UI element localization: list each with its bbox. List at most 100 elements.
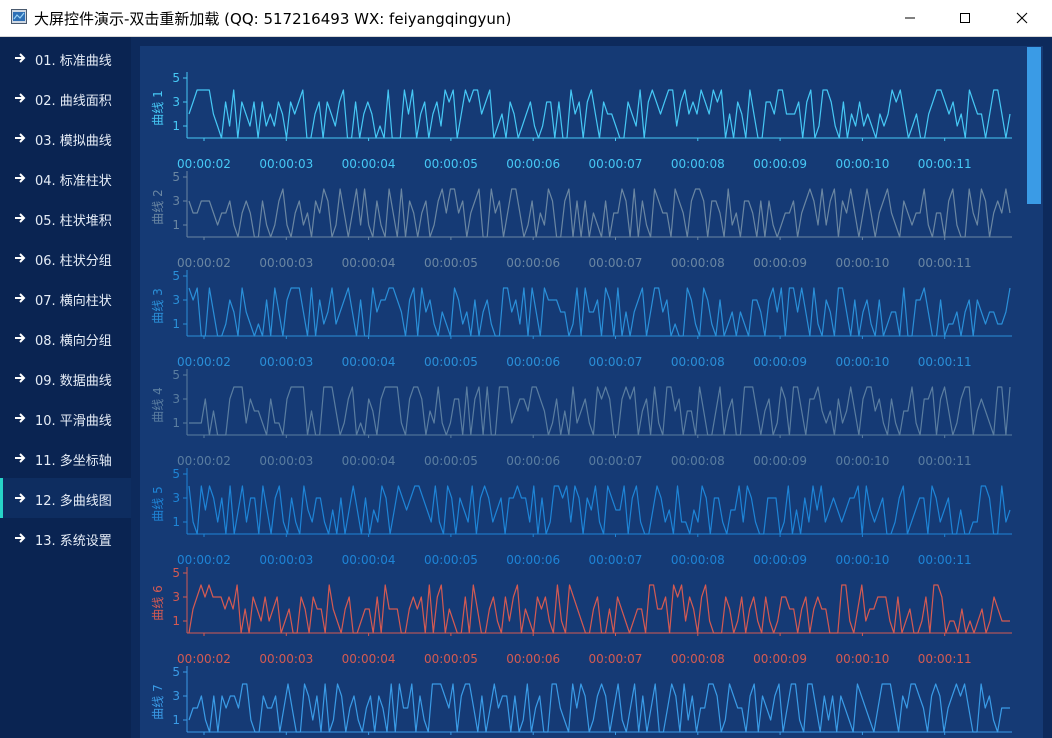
x-tick-label: 00:00:03 bbox=[259, 256, 313, 270]
nav-item-13[interactable]: 13. 系统设置 bbox=[0, 518, 131, 558]
x-tick-label: 00:00:07 bbox=[589, 256, 643, 270]
x-tick-label: 00:00:08 bbox=[671, 355, 725, 369]
x-tick-label: 00:00:05 bbox=[424, 256, 478, 270]
arrow-right-icon bbox=[15, 333, 26, 343]
nav-item-11[interactable]: 11. 多坐标轴 bbox=[0, 438, 131, 478]
window-title: 大屏控件演示-双击重新加载 (QQ: 517216493 WX: feiyang… bbox=[34, 10, 512, 28]
nav-item-label: 04. 标准柱状 bbox=[35, 174, 112, 189]
x-tick-label: 00:00:07 bbox=[589, 355, 643, 369]
y-tick-label: 5 bbox=[172, 566, 180, 580]
x-tick-label: 00:00:10 bbox=[835, 553, 889, 567]
y-tick-label: 5 bbox=[172, 269, 180, 283]
y-tick-label: 1 bbox=[172, 614, 180, 628]
x-tick-label: 00:00:08 bbox=[671, 652, 725, 666]
y-axis-title: 曲线 1 bbox=[151, 90, 165, 125]
x-tick-label: 00:00:06 bbox=[506, 256, 560, 270]
x-tick-label: 00:00:02 bbox=[177, 652, 231, 666]
nav-item-label: 07. 横向柱状 bbox=[35, 294, 112, 309]
nav-item-8[interactable]: 08. 横向分组 bbox=[0, 318, 131, 358]
chart-3: 1 3 5 曲线 3 00:00:02 00:00:03 00:00:04 00:00:05 0… bbox=[151, 269, 1012, 369]
chart-6: 1 3 5 曲线 6 00:00:02 00:00:03 00:00:04 00:00:05 0… bbox=[151, 566, 1012, 666]
x-tick-label: 00:00:07 bbox=[589, 553, 643, 567]
x-tick-label: 00:00:03 bbox=[259, 355, 313, 369]
arrow-right-icon bbox=[15, 213, 26, 223]
nav-item-7[interactable]: 07. 横向柱状 bbox=[0, 278, 131, 318]
x-tick-label: 00:00:11 bbox=[918, 157, 972, 171]
nav-item-6[interactable]: 06. 柱状分组 bbox=[0, 238, 131, 278]
y-axis-title: 曲线 7 bbox=[151, 684, 165, 719]
nav-item-label: 02. 曲线面积 bbox=[35, 94, 112, 109]
x-tick-label: 00:00:02 bbox=[177, 157, 231, 171]
nav-item-label: 01. 标准曲线 bbox=[35, 54, 112, 69]
nav-item-1[interactable]: 01. 标准曲线 bbox=[0, 38, 131, 78]
x-tick-label: 00:00:11 bbox=[918, 454, 972, 468]
x-tick-label: 00:00:05 bbox=[424, 652, 478, 666]
x-tick-label: 00:00:07 bbox=[589, 652, 643, 666]
y-tick-label: 1 bbox=[172, 218, 180, 232]
nav-item-4[interactable]: 04. 标准柱状 bbox=[0, 158, 131, 198]
x-tick-label: 00:00:11 bbox=[918, 553, 972, 567]
y-tick-label: 1 bbox=[172, 713, 180, 727]
x-tick-label: 00:00:04 bbox=[342, 355, 396, 369]
arrow-right-icon bbox=[15, 493, 26, 503]
nav-item-label: 05. 柱状堆积 bbox=[35, 214, 112, 229]
y-tick-label: 5 bbox=[172, 170, 180, 184]
x-tick-label: 00:00:05 bbox=[424, 553, 478, 567]
x-tick-label: 00:00:10 bbox=[835, 256, 889, 270]
x-tick-label: 00:00:09 bbox=[753, 355, 807, 369]
nav-item-label: 13. 系统设置 bbox=[35, 534, 112, 549]
maximize-button[interactable] bbox=[942, 0, 988, 36]
nav-item-10[interactable]: 10. 平滑曲线 bbox=[0, 398, 131, 438]
chart-4: 1 3 5 曲线 4 00:00:02 00:00:03 00:00:04 00:00:05 0… bbox=[151, 368, 1012, 468]
y-tick-label: 3 bbox=[172, 392, 180, 406]
y-tick-label: 3 bbox=[172, 194, 180, 208]
x-tick-label: 00:00:02 bbox=[177, 256, 231, 270]
x-tick-label: 00:00:11 bbox=[918, 256, 972, 270]
x-tick-label: 00:00:09 bbox=[753, 553, 807, 567]
x-tick-label: 00:00:04 bbox=[342, 157, 396, 171]
nav-item-12[interactable]: 12. 多曲线图 bbox=[0, 478, 131, 518]
nav-item-2[interactable]: 02. 曲线面积 bbox=[0, 78, 131, 118]
y-axis-title: 曲线 6 bbox=[151, 585, 165, 620]
x-tick-label: 00:00:09 bbox=[753, 652, 807, 666]
sidebar-nav: 01. 标准曲线 02. 曲线面积 03. 模拟曲线 04. 标准柱状 05. 柱状堆积… bbox=[0, 37, 131, 738]
nav-item-5[interactable]: 05. 柱状堆积 bbox=[0, 198, 131, 238]
y-tick-label: 3 bbox=[172, 590, 180, 604]
chart-7: 135曲线 700:00:0200:00:0300:00:0400:00:050… bbox=[151, 665, 1012, 735]
maximize-icon bbox=[960, 13, 970, 23]
arrow-right-icon bbox=[15, 133, 26, 143]
y-axis-title: 曲线 3 bbox=[151, 288, 165, 323]
x-tick-label: 00:00:04 bbox=[342, 256, 396, 270]
nav-item-label: 11. 多坐标轴 bbox=[35, 454, 112, 469]
chart-5: 1 3 5 曲线 5 00:00:02 00:00:03 00:00:04 00:00:05 0… bbox=[151, 467, 1012, 567]
y-tick-label: 5 bbox=[172, 368, 180, 382]
y-tick-label: 1 bbox=[172, 416, 180, 430]
y-tick-label: 5 bbox=[172, 71, 180, 85]
nav-item-label: 08. 横向分组 bbox=[35, 334, 112, 349]
minimize-button[interactable] bbox=[887, 0, 933, 36]
arrow-right-icon bbox=[15, 293, 26, 303]
y-tick-label: 3 bbox=[172, 491, 180, 505]
x-tick-label: 00:00:05 bbox=[424, 355, 478, 369]
x-tick-label: 00:00:03 bbox=[259, 652, 313, 666]
close-button[interactable] bbox=[999, 0, 1045, 36]
x-tick-label: 00:00:04 bbox=[342, 652, 396, 666]
scrollbar-thumb[interactable] bbox=[1027, 47, 1041, 204]
y-tick-label: 1 bbox=[172, 515, 180, 529]
series-line bbox=[188, 89, 1011, 139]
arrow-right-icon bbox=[15, 53, 26, 63]
x-tick-label: 00:00:05 bbox=[424, 157, 478, 171]
nav-item-label: 06. 柱状分组 bbox=[35, 254, 112, 269]
x-tick-label: 00:00:10 bbox=[835, 157, 889, 171]
nav-item-9[interactable]: 09. 数据曲线 bbox=[0, 358, 131, 398]
arrow-right-icon bbox=[15, 413, 26, 423]
y-axis-title: 曲线 5 bbox=[151, 486, 165, 521]
x-tick-label: 00:00:08 bbox=[671, 256, 725, 270]
nav-item-label: 10. 平滑曲线 bbox=[35, 414, 112, 429]
x-tick-label: 00:00:03 bbox=[259, 454, 313, 468]
x-tick-label: 00:00:10 bbox=[835, 355, 889, 369]
nav-item-3[interactable]: 03. 模拟曲线 bbox=[0, 118, 131, 158]
y-axis-title: 曲线 4 bbox=[151, 387, 165, 422]
x-tick-label: 00:00:07 bbox=[589, 157, 643, 171]
app-icon bbox=[11, 9, 27, 24]
